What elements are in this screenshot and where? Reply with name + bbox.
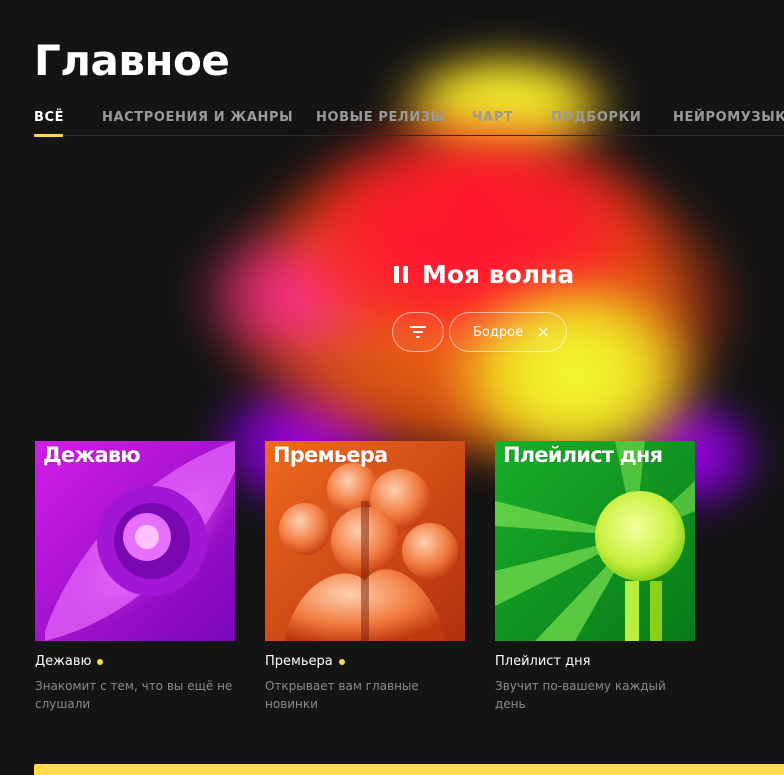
- tab-collections[interactable]: ПОДБОРКИ: [551, 110, 641, 125]
- tab-all[interactable]: ВСЁ: [34, 110, 65, 137]
- cover-title: Дежавю: [43, 443, 141, 467]
- main-page: Главное ВСЁ НАСТРОЕНИЯ И ЖАНРЫ НОВЫЕ РЕЛ…: [0, 0, 784, 775]
- tab-label: ПОДБОРКИ: [551, 110, 642, 125]
- playlist-cover[interactable]: Премьера: [265, 441, 465, 641]
- pause-icon: [394, 266, 408, 283]
- tab-neuromusic[interactable]: НЕЙРОМУЗЫКА: [673, 110, 784, 125]
- active-tab-indicator: [34, 134, 63, 137]
- tab-new-releases[interactable]: НОВЫЕ РЕЛИЗЫ: [316, 110, 445, 125]
- tab-moods-genres[interactable]: НАСТРОЕНИЯ И ЖАНРЫ: [102, 110, 293, 125]
- playlist-of-the-day-cover-art: [495, 441, 695, 641]
- new-indicator-dot: [338, 658, 345, 665]
- playlist-name[interactable]: Премьера: [265, 654, 465, 669]
- tab-label: НАСТРОЕНИЯ И ЖАНРЫ: [102, 110, 294, 125]
- premiere-cover-art: [265, 441, 465, 641]
- playlist-name[interactable]: Плейлист дня: [495, 654, 695, 669]
- page-title: Главное: [34, 36, 230, 85]
- playlist-description: Звучит по-вашему каждый день: [495, 679, 666, 711]
- mood-chip[interactable]: Бодрое ✕: [449, 312, 567, 352]
- tab-label: ВСЁ: [34, 110, 65, 125]
- tab-label: НЕЙРОМУЗЫКА: [673, 110, 784, 125]
- playlist-description: Открывает вам главные новинки: [265, 679, 419, 711]
- my-wave-play-toggle[interactable]: Моя волна: [394, 260, 574, 289]
- tab-chart[interactable]: ЧАРТ: [472, 110, 513, 125]
- tab-label: НОВЫЕ РЕЛИЗЫ: [316, 110, 445, 125]
- category-tabs: ВСЁ НАСТРОЕНИЯ И ЖАНРЫ НОВЫЕ РЕЛИЗЫ ЧАРТ…: [34, 108, 784, 137]
- close-icon[interactable]: ✕: [537, 323, 550, 342]
- playlist-name-label: Премьера: [265, 654, 333, 669]
- player-bar[interactable]: [34, 764, 784, 775]
- playlist-name-label: Плейлист дня: [495, 654, 591, 669]
- playlist-card-dejavu: Дежавю Дежавю Знакомит с тем, что вы ещё…: [35, 441, 235, 713]
- tab-label: ЧАРТ: [472, 110, 514, 125]
- cover-title: Плейлист дня: [503, 443, 663, 467]
- mood-chip-label: Бодрое: [473, 324, 524, 340]
- playlist-name-label: Дежавю: [35, 654, 92, 669]
- dejavu-cover-art: [35, 441, 235, 641]
- my-wave-title: Моя волна: [422, 260, 575, 289]
- playlist-cover[interactable]: Плейлист дня: [495, 441, 695, 641]
- new-indicator-dot: [97, 658, 104, 665]
- playlist-name[interactable]: Дежавю: [35, 654, 235, 669]
- playlist-description: Знакомит с тем, что вы ещё не слушали: [35, 679, 233, 711]
- playlist-cover[interactable]: Дежавю: [35, 441, 235, 641]
- playlist-card-premiere: Премьера Премьера Открывает вам главные …: [265, 441, 465, 713]
- wave-settings-button[interactable]: [392, 312, 444, 352]
- playlist-card-playlist-of-the-day: Плейлист дня Плейлист дня Звучит по-ваше…: [495, 441, 695, 713]
- filter-icon: [410, 326, 426, 338]
- cover-title: Премьера: [273, 443, 388, 467]
